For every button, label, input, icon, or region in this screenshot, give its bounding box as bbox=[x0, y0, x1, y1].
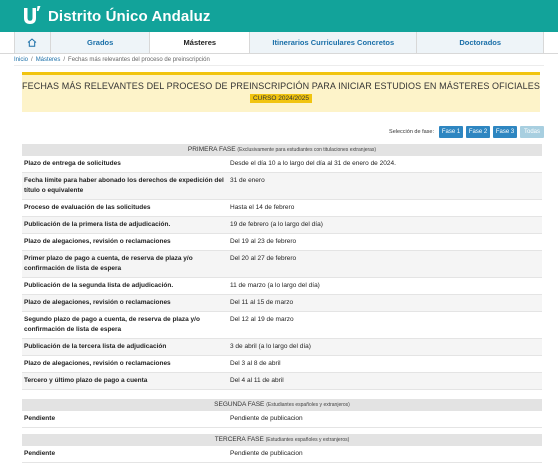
page-banner: FECHAS MÁS RELEVANTES DEL PROCESO DE PRE… bbox=[22, 72, 540, 112]
phase-note: (Estudiantes españoles y extranjeros) bbox=[266, 402, 350, 408]
row-label: Primer plazo de pago a cuenta, de reserv… bbox=[24, 255, 193, 272]
site-title[interactable]: Distrito Único Andaluz bbox=[48, 8, 210, 25]
row-value: 11 de marzo (a lo largo del día) bbox=[230, 282, 320, 289]
phase-3-table: TERCERA FASE (Estudiantes españoles y ex… bbox=[22, 434, 542, 463]
row-value: 19 de febrero (a lo largo del día) bbox=[230, 221, 323, 228]
row-value: Desde el día 10 a lo largo del día al 31… bbox=[230, 160, 396, 167]
phase-selector-label: Selección de fase: bbox=[389, 129, 434, 135]
phase-1-table: PRIMERA FASE (Exclusivamente para estudi… bbox=[22, 144, 542, 390]
table-row: Tercero y último plazo de pago a cuenta D… bbox=[22, 373, 542, 390]
nav-item-doctorados[interactable]: Doctorados bbox=[417, 32, 543, 53]
dua-logo-icon[interactable] bbox=[22, 5, 42, 27]
table-row: Plazo de alegaciones, revisión o reclama… bbox=[22, 356, 542, 373]
phase-name: PRIMERA FASE bbox=[187, 146, 236, 153]
breadcrumb-separator: / bbox=[31, 57, 33, 63]
phase-header: SEGUNDA FASE (Estudiantes españoles y ex… bbox=[22, 399, 542, 411]
phase-2-table: SEGUNDA FASE (Estudiantes españoles y ex… bbox=[22, 399, 542, 428]
table-row: Plazo de alegaciones, revisión o reclama… bbox=[22, 234, 542, 251]
row-label: Plazo de entrega de solicitudes bbox=[24, 160, 121, 167]
row-value: Del 3 al 8 de abril bbox=[230, 360, 281, 367]
row-label: Pendiente bbox=[24, 450, 56, 457]
breadcrumb-home-link[interactable]: Inicio bbox=[14, 57, 28, 63]
table-row: Proceso de evaluación de las solicitudes… bbox=[22, 200, 542, 217]
row-label: Tercero y último plazo de pago a cuenta bbox=[24, 377, 148, 384]
breadcrumb-section-link[interactable]: Másteres bbox=[36, 57, 61, 63]
home-icon bbox=[28, 38, 37, 47]
row-value: Hasta el 14 de febrero bbox=[230, 204, 295, 211]
table-row: Primer plazo de pago a cuenta, de reserv… bbox=[22, 251, 542, 278]
nav-item-masteres[interactable]: Másteres bbox=[150, 32, 251, 53]
table-row: Segundo plazo de pago a cuenta, de reser… bbox=[22, 312, 542, 339]
row-value: Del 20 al 27 de febrero bbox=[230, 255, 297, 262]
table-row: Publicación de la tercera lista de adjud… bbox=[22, 339, 542, 356]
table-row: Pendiente Pendiente de publicacion bbox=[22, 411, 542, 428]
row-label: Plazo de alegaciones, revisión o reclama… bbox=[24, 299, 171, 306]
site-header: Distrito Único Andaluz bbox=[0, 0, 558, 32]
row-label: Plazo de alegaciones, revisión o reclama… bbox=[24, 360, 171, 367]
phase-header: PRIMERA FASE (Exclusivamente para estudi… bbox=[22, 144, 542, 156]
row-value: Pendiente de publicacion bbox=[230, 415, 303, 422]
table-row: Publicación de la primera lista de adjud… bbox=[22, 217, 542, 234]
nav-item-itinerarios[interactable]: Itinerarios Curriculares Concretos bbox=[250, 32, 418, 53]
phase-header: TERCERA FASE (Estudiantes españoles y ex… bbox=[22, 434, 542, 446]
breadcrumb-current: Fechas más relevantes del proceso de pre… bbox=[68, 57, 210, 63]
row-value: Del 19 al 23 de febrero bbox=[230, 238, 297, 245]
row-label: Fecha límite para haber abonado los dere… bbox=[24, 177, 224, 194]
phase-selector: Selección de fase: Fase 1 Fase 2 Fase 3 … bbox=[389, 126, 544, 138]
row-value: Del 4 al 11 de abril bbox=[230, 377, 284, 384]
phase-name: SEGUNDA FASE bbox=[214, 401, 265, 408]
nav-home[interactable] bbox=[15, 32, 51, 53]
phase-3-button[interactable]: Fase 3 bbox=[493, 126, 517, 138]
phase-note: (Exclusivamente para estudiantes con tit… bbox=[237, 147, 377, 153]
row-value: Pendiente de publicacion bbox=[230, 450, 303, 457]
row-label: Proceso de evaluación de las solicitudes bbox=[24, 204, 151, 211]
phase-1-button[interactable]: Fase 1 bbox=[439, 126, 463, 138]
phase-name: TERCERA FASE bbox=[214, 436, 264, 443]
table-row: Pendiente Pendiente de publicacion bbox=[22, 446, 542, 463]
row-label: Publicación de la primera lista de adjud… bbox=[24, 221, 171, 228]
row-label: Segundo plazo de pago a cuenta, de reser… bbox=[24, 316, 200, 333]
phase-note: (Estudiantes españoles y extranjeros) bbox=[265, 437, 350, 443]
breadcrumb-separator: / bbox=[63, 57, 66, 63]
main-nav: Grados Másteres Itinerarios Curriculares… bbox=[0, 32, 558, 54]
table-row: Fecha límite para haber abonado los dere… bbox=[22, 173, 542, 200]
row-label: Pendiente bbox=[24, 415, 56, 422]
row-value: 3 de abril (a lo largo del día) bbox=[230, 343, 311, 350]
breadcrumb: Inicio / Másteres / Fechas más relevante… bbox=[14, 55, 544, 66]
row-label: Plazo de alegaciones, revisión o reclama… bbox=[24, 238, 171, 245]
row-value: Del 11 al 15 de marzo bbox=[230, 299, 294, 306]
row-label: Publicación de la segunda lista de adjud… bbox=[24, 282, 174, 289]
row-value: 31 de enero bbox=[230, 177, 265, 184]
row-value: Del 12 al 19 de marzo bbox=[230, 316, 294, 323]
phase-2-button[interactable]: Fase 2 bbox=[466, 126, 490, 138]
table-row: Plazo de entrega de solicitudes Desde el … bbox=[22, 156, 542, 173]
course-badge: CURSO 2024/2025 bbox=[249, 94, 312, 103]
table-row: Publicación de la segunda lista de adjud… bbox=[22, 278, 542, 295]
phase-all-button[interactable]: Todas bbox=[520, 126, 544, 138]
table-row: Plazo de alegaciones, revisión o reclama… bbox=[22, 295, 542, 312]
row-label: Publicación de la tercera lista de adjud… bbox=[24, 343, 167, 350]
nav-item-grados[interactable]: Grados bbox=[50, 32, 151, 53]
page-title: FECHAS MÁS RELEVANTES DEL PROCESO DE PRE… bbox=[22, 81, 540, 91]
